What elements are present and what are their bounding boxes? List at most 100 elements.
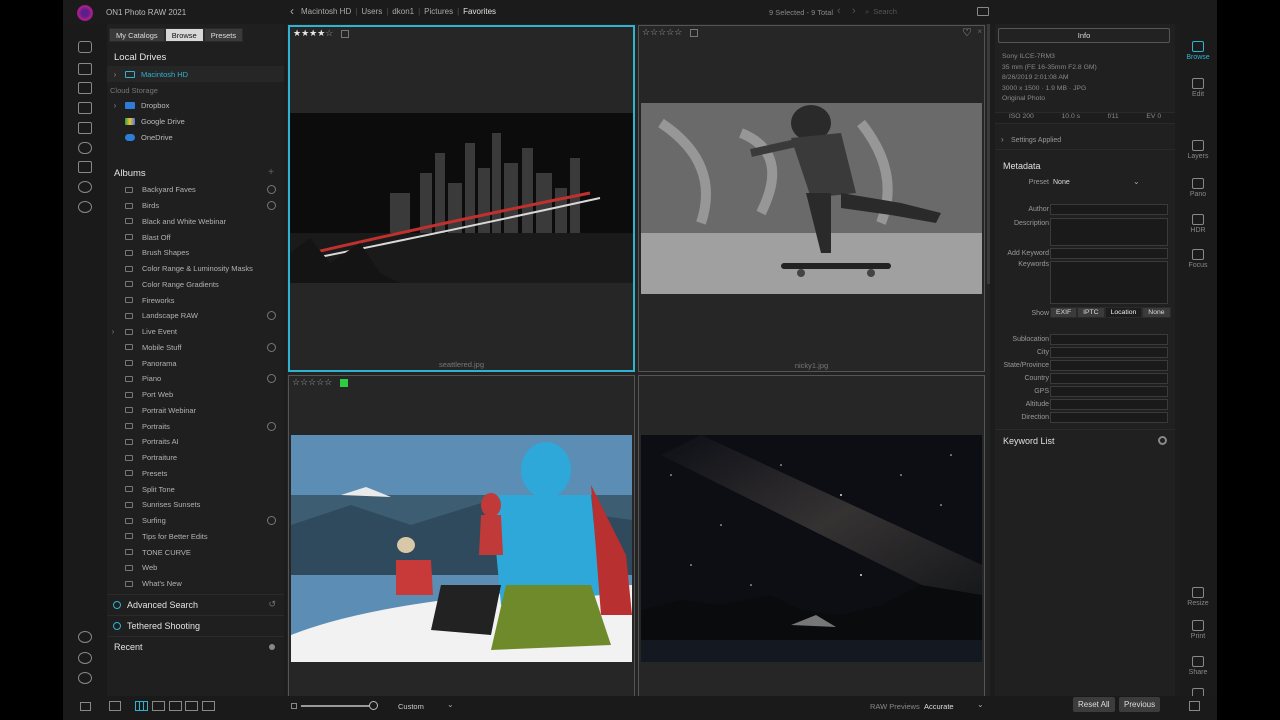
preset-select[interactable]: None [1053,179,1070,186]
target-icon[interactable] [267,201,276,211]
album-item[interactable]: TONE CURVE [107,544,284,560]
cloud-icon[interactable] [78,142,92,154]
small-thumb-icon[interactable] [291,703,297,709]
map-view-icon[interactable] [202,701,215,711]
chevron-down-icon[interactable]: ⌄ [447,700,454,709]
album-item[interactable]: Port Web [107,387,284,403]
target-icon[interactable] [267,421,276,431]
next-arrow-icon[interactable]: › [852,5,856,17]
gear-small-icon[interactable] [269,643,275,650]
search-box[interactable]: ⌕ Search [865,7,897,17]
location-field-input[interactable] [1050,399,1168,410]
album-item[interactable]: Piano [107,371,284,387]
tab-presets[interactable]: Presets [203,28,244,42]
thumbnail-cell[interactable] [638,375,985,705]
advanced-search-row[interactable]: Advanced Search ↺ [107,594,284,614]
star-rating[interactable]: ★★★★☆ [293,28,333,39]
folder-search-icon[interactable] [78,102,92,114]
albums-title[interactable]: Albums [114,168,146,179]
show-none-button[interactable]: None [1142,307,1171,318]
target-icon[interactable] [267,185,276,195]
heart-icon[interactable]: ♡ [962,26,972,39]
compare-view-icon[interactable] [185,701,198,711]
tethered-shooting-row[interactable]: Tethered Shooting [107,615,284,635]
album-item[interactable]: Brush Shapes [107,245,284,261]
breadcrumb-current[interactable]: Favorites [463,7,496,16]
help-icon[interactable] [78,672,92,684]
panel-toggle-icon[interactable] [1189,701,1200,711]
cloud-onedrive[interactable]: OneDrive [107,129,284,145]
reset-all-button[interactable]: Reset All [1073,697,1115,712]
select-checkbox[interactable] [341,30,349,38]
add-icon[interactable] [78,41,92,53]
chevron-right-icon[interactable]: › [107,327,119,336]
back-chevron-icon[interactable]: ‹ [290,5,294,17]
location-field-input[interactable] [1050,334,1168,345]
album-item[interactable]: Portraits [107,418,284,434]
chevron-down-icon[interactable]: ⌄ [1133,177,1140,186]
compare-icon[interactable] [109,701,121,711]
thumbnail-size-slider[interactable] [301,705,373,707]
refresh-icon[interactable]: ↺ [268,599,276,610]
location-field-input[interactable] [1050,373,1168,384]
recent-row[interactable]: Recent [107,636,284,656]
album-item[interactable]: Color Range Gradients [107,277,284,293]
select-checkbox[interactable] [690,29,698,37]
album-item[interactable]: Color Range & Luminosity Masks [107,261,284,277]
location-field-input[interactable] [1050,412,1168,423]
location-field-input[interactable] [1050,360,1168,371]
breadcrumb-item[interactable]: Macintosh HD [301,7,351,16]
album-item[interactable]: Presets [107,466,284,482]
brightness-icon[interactable] [78,181,92,193]
album-item[interactable]: Web [107,560,284,576]
album-item[interactable]: Landscape RAW [107,308,284,324]
album-item[interactable]: Black and White Webinar [107,214,284,230]
panel-toggle-icon[interactable] [80,702,91,711]
module-share[interactable]: Share [1179,656,1217,676]
close-icon[interactable]: × [977,27,982,36]
prev-arrow-icon[interactable]: ‹ [837,5,841,17]
star-rating[interactable]: ☆☆☆☆☆ [292,377,332,388]
grid-scrollbar[interactable] [987,24,990,284]
location-field-input[interactable] [1050,347,1168,358]
tab-browse[interactable]: Browse [164,28,204,42]
search-input[interactable]: Search [873,7,897,17]
module-layers[interactable]: Layers [1179,140,1217,160]
album-item[interactable]: Blast Off [107,229,284,245]
thumbnail-cell[interactable]: ☆☆☆☆☆ ♡ × nicky1.jpg [638,25,985,372]
keyword-list-row[interactable]: Keyword List [995,429,1175,449]
grid-view-icon[interactable] [135,701,148,711]
previous-button[interactable]: Previous [1119,697,1161,712]
gear-icon[interactable] [1158,436,1167,445]
thumbnail-cell[interactable]: ☆☆☆☆☆ [288,375,635,705]
star-rating[interactable]: ☆☆☆☆☆ [642,27,682,38]
camera-icon[interactable] [78,82,92,94]
target-icon[interactable] [267,374,276,384]
album-item[interactable]: Mobile Stuff [107,340,284,356]
add-album-icon[interactable]: + [268,167,274,178]
module-resize[interactable]: Resize [1179,587,1217,607]
keywords-field[interactable] [1050,261,1168,304]
breadcrumb-item[interactable]: dkon1 [392,7,414,16]
target-icon[interactable] [267,342,276,352]
album-item[interactable]: Backyard Faves [107,182,284,198]
album-item[interactable]: Portrait Webinar [107,403,284,419]
metadata-title[interactable]: Metadata [1003,161,1041,171]
module-browse[interactable]: Browse [1179,41,1217,61]
description-field[interactable] [1050,218,1168,246]
album-item[interactable]: Sunrises Sunsets [107,497,284,513]
target-icon[interactable] [267,516,276,526]
album-item[interactable]: › Live Event [107,324,284,340]
album-item[interactable]: Portraits AI [107,434,284,450]
local-drives-title[interactable]: Local Drives [114,52,166,63]
cloud-google-drive[interactable]: Google Drive [107,113,284,129]
show-exif-button[interactable]: EXIF [1050,307,1078,318]
breadcrumb-item[interactable]: Users [361,7,382,16]
album-item[interactable]: Portraiture [107,450,284,466]
module-pano[interactable]: Pano [1179,178,1217,198]
color-label-green[interactable] [340,379,348,387]
chevron-right-icon[interactable]: › [109,70,121,79]
add-keyword-field[interactable] [1050,248,1168,259]
gear-icon[interactable] [78,631,92,643]
album-item[interactable]: Split Tone [107,481,284,497]
